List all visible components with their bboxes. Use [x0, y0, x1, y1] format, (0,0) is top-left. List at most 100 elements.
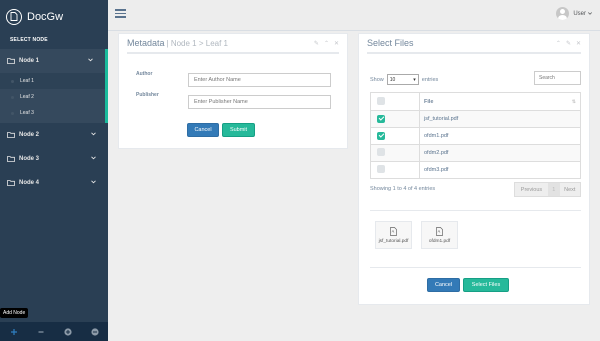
checkbox-cell [370, 161, 420, 179]
cancel-button[interactable]: Cancel [427, 278, 460, 292]
bullet-icon [11, 111, 14, 115]
pencil-icon[interactable]: ✎ [314, 40, 319, 47]
author-input[interactable]: Enter Author Name [188, 73, 331, 87]
table-row[interactable]: ofdm3.pdf [370, 161, 581, 179]
minus-circle-icon [90, 327, 99, 336]
entries-label: entries [421, 76, 439, 83]
close-icon[interactable]: ✕ [576, 40, 581, 47]
submit-button[interactable]: Submit [222, 123, 255, 137]
previous-button[interactable]: Previous [515, 183, 548, 196]
leaf-label: Leaf 3 [20, 110, 34, 116]
sidebar-node-4[interactable]: Node 4 [0, 171, 108, 195]
sidebar-node-label: Node 2 [19, 132, 40, 138]
search-input[interactable]: Search [534, 71, 581, 85]
file-name[interactable]: ofdm1.pdf [424, 133, 448, 139]
selected-file-card[interactable]: ofdm1.pdf [421, 221, 458, 249]
minus-icon [38, 330, 43, 333]
remove-node-button[interactable] [37, 328, 45, 336]
file-name[interactable]: jsf_tutorial.pdf [424, 116, 458, 122]
menu-toggle-icon[interactable] [115, 9, 126, 18]
sidebar-footer [0, 322, 108, 341]
caret-down-icon: ▾ [413, 76, 416, 83]
select-files-header: Select Files ⌃ ✎ ✕ [367, 34, 581, 54]
top-nav: User [108, 0, 600, 31]
table-row[interactable]: jsf_tutorial.pdf [370, 110, 581, 128]
page-size-select[interactable]: 10 ▾ [386, 74, 419, 85]
folder-icon [7, 132, 15, 138]
chevron-up-icon[interactable]: ⌃ [556, 40, 561, 47]
row-checkbox[interactable] [377, 165, 385, 173]
pagination: Previous 1 Next [514, 182, 581, 197]
table-header-row: File ⇅ [370, 92, 581, 111]
checkbox-cell [370, 127, 420, 145]
sort-icon[interactable]: ⇅ [572, 99, 576, 105]
sidebar-node-label: Node 1 [19, 58, 40, 64]
page-size-value: 10 [389, 76, 396, 83]
breadcrumb: | Node 1 > Leaf 1 [166, 38, 228, 48]
panel-title: Select Files [367, 38, 414, 48]
cancel-button[interactable]: Cancel [187, 123, 219, 137]
close-icon[interactable]: ✕ [334, 40, 339, 47]
publisher-input[interactable]: Enter Publisher Name [188, 95, 331, 109]
sidebar-leaf-2[interactable]: Leaf 2 [0, 89, 105, 105]
bullet-icon [11, 95, 14, 99]
file-cell: ofdm2.pdf [419, 144, 581, 162]
pdf-file-icon [390, 226, 397, 236]
remove-leaf-button[interactable] [90, 327, 99, 336]
panel-tools: ✎ ⌃ ✕ [314, 40, 339, 47]
folder-icon [7, 156, 15, 162]
sidebar: DocGw SELECT NODE Node 1 Leaf 1 Leaf 2 L… [0, 0, 108, 341]
selected-file-card[interactable]: jsf_tutorial.pdf [375, 221, 412, 249]
chevron-down-icon [91, 132, 96, 136]
chevron-down-icon [91, 156, 96, 160]
panel-tools: ⌃ ✎ ✕ [556, 40, 581, 47]
caret-down-icon [588, 12, 592, 15]
files-table: File ⇅ jsf_tutorial.pdf ofdm1.pdf ofdm2.p… [370, 92, 581, 179]
leaf-label: Leaf 1 [20, 78, 34, 84]
file-cell: ofdm1.pdf [419, 127, 581, 145]
sidebar-leaf-1[interactable]: Leaf 1 [0, 73, 105, 89]
add-node-button[interactable] [10, 328, 18, 336]
chevron-up-icon[interactable]: ⌃ [324, 40, 329, 47]
document-logo-icon [6, 8, 22, 25]
file-column-header[interactable]: File ⇅ [419, 92, 581, 111]
file-cell: jsf_tutorial.pdf [419, 110, 581, 128]
row-checkbox[interactable] [377, 148, 385, 156]
selected-file-name: ofdm1.pdf [428, 238, 451, 244]
bullet-icon [11, 79, 14, 83]
folder-icon [7, 180, 15, 186]
sidebar-leaf-3[interactable]: Leaf 3 [0, 105, 105, 121]
app-name: DocGw [27, 10, 64, 23]
user-menu[interactable]: User [556, 7, 592, 20]
show-label: Show [370, 76, 384, 83]
add-leaf-button[interactable] [63, 327, 72, 336]
plus-icon [10, 328, 17, 335]
divider [370, 267, 581, 268]
sidebar-node-label: Node 4 [19, 180, 40, 186]
leaf-label: Leaf 2 [20, 94, 34, 100]
sidebar-heading: SELECT NODE [10, 37, 48, 43]
add-node-tooltip: Add Node [0, 308, 29, 318]
next-button[interactable]: Next [560, 183, 580, 196]
table-row[interactable]: ofdm1.pdf [370, 127, 581, 145]
select-all-checkbox[interactable] [377, 96, 385, 105]
select-files-button[interactable]: Select Files [463, 278, 509, 292]
table-row[interactable]: ofdm2.pdf [370, 144, 581, 162]
file-name[interactable]: ofdm2.pdf [424, 150, 448, 156]
row-checkbox[interactable] [377, 114, 385, 123]
file-name[interactable]: ofdm3.pdf [424, 167, 448, 173]
leaf-list: Leaf 1 Leaf 2 Leaf 3 [0, 73, 108, 123]
row-checkbox[interactable] [377, 131, 385, 140]
page-1-button[interactable]: 1 [547, 183, 560, 196]
selected-file-name: jsf_tutorial.pdf [378, 238, 409, 244]
folder-icon [7, 58, 15, 64]
sidebar-node-2[interactable]: Node 2 [0, 123, 108, 147]
sidebar-node-3[interactable]: Node 3 [0, 147, 108, 171]
table-info: Showing 1 to 4 of 4 entries [370, 186, 436, 192]
wrench-icon[interactable]: ✎ [566, 40, 571, 47]
select-files-panel: Select Files ⌃ ✎ ✕ Show 10 ▾ entries Sea… [358, 33, 590, 305]
select-all-cell [370, 92, 420, 111]
brand[interactable]: DocGw [0, 0, 108, 33]
sidebar-node-1[interactable]: Node 1 [0, 49, 108, 73]
panel-title: Metadata [127, 38, 165, 48]
